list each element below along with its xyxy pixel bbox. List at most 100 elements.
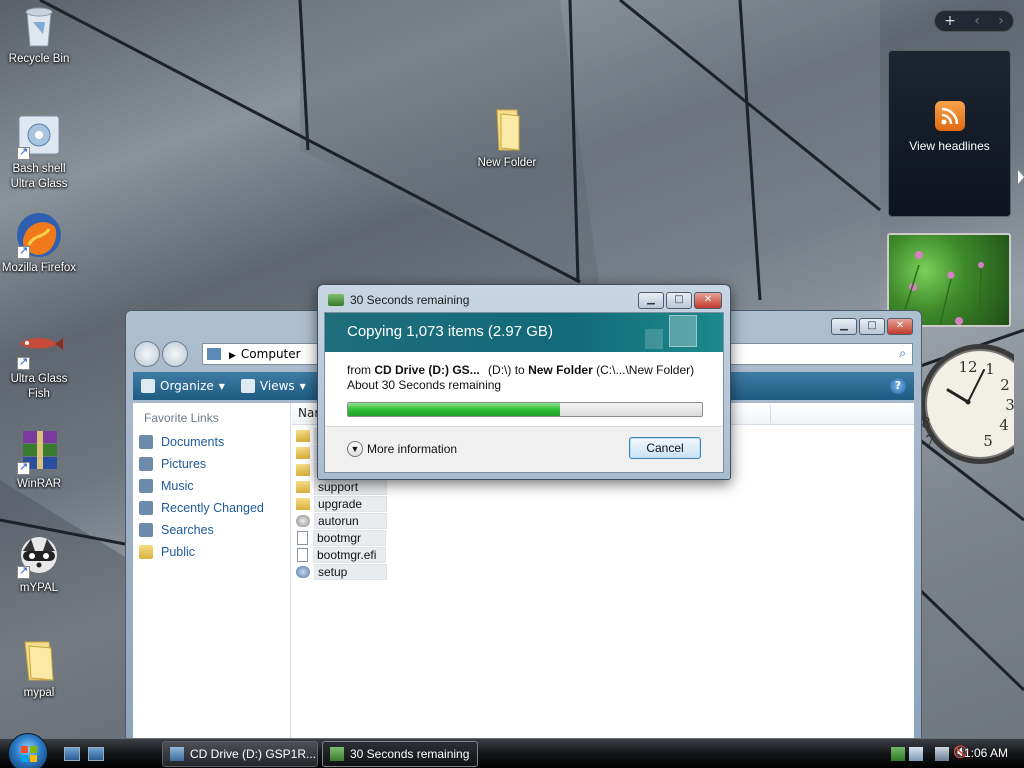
favorite-links-title: Favorite Links bbox=[144, 411, 219, 425]
shortcut-arrow-icon bbox=[17, 244, 30, 259]
forward-button[interactable] bbox=[162, 341, 188, 367]
system-tray: 🔇 1:06 AM bbox=[869, 739, 1024, 768]
list-item[interactable]: upgrade bbox=[296, 495, 387, 512]
winrar-icon bbox=[15, 427, 63, 475]
copy-heading: Copying 1,073 items (2.97 GB) bbox=[347, 323, 553, 340]
dropdown-arrow-icon: ▼ bbox=[218, 381, 225, 391]
from-label: from bbox=[347, 363, 371, 377]
favorite-link-documents[interactable]: Documents bbox=[133, 431, 290, 453]
recycle-bin-icon bbox=[15, 2, 63, 50]
favorite-link-searches[interactable]: Searches bbox=[133, 519, 290, 541]
copy-icon bbox=[330, 747, 344, 761]
rss-feed-icon bbox=[934, 101, 965, 131]
tray-app-icon[interactable] bbox=[909, 747, 923, 761]
minimize-button[interactable]: ▁ bbox=[831, 318, 857, 335]
search-folder-icon bbox=[139, 523, 153, 537]
back-button[interactable] bbox=[134, 341, 160, 367]
copy-progress-bar bbox=[347, 402, 703, 417]
destination-link[interactable]: New Folder bbox=[528, 363, 593, 377]
favorite-link-recently-changed[interactable]: Recently Changed bbox=[133, 497, 290, 519]
file-icon bbox=[297, 530, 308, 545]
list-item[interactable]: autorun bbox=[296, 512, 387, 529]
views-label: Views bbox=[259, 379, 295, 393]
desktop-icon-new-folder[interactable]: New Folder bbox=[469, 106, 545, 171]
organize-button[interactable]: Organize ▼ bbox=[133, 379, 233, 393]
close-button[interactable]: ✕ bbox=[694, 292, 722, 309]
clock-numeral: 8 bbox=[921, 414, 931, 432]
feed-headlines-gadget[interactable]: View headlines bbox=[888, 50, 1011, 217]
close-button[interactable]: ✕ bbox=[887, 318, 913, 335]
desktop-icon-mypal-folder[interactable]: mypal bbox=[1, 636, 77, 701]
desktop-icon-label: Ultra Glass Fish bbox=[10, 373, 68, 400]
explorer-icon bbox=[170, 747, 184, 761]
file-icon bbox=[297, 547, 308, 562]
clock-numeral: 1 bbox=[985, 360, 995, 378]
dialog-titlebar: 30 Seconds remaining bbox=[328, 293, 469, 307]
desktop-icon-ultra-glass-fish[interactable]: Ultra Glass Fish bbox=[1, 322, 77, 402]
source-path: (D:\) bbox=[488, 363, 512, 377]
taskbar-button-copy[interactable]: 30 Seconds remaining bbox=[322, 741, 478, 767]
minimize-button[interactable]: ▁ bbox=[638, 292, 664, 309]
time-remaining-text: About 30 Seconds remaining bbox=[347, 378, 502, 392]
desktop-icon-mypal-app[interactable]: mYPAL bbox=[1, 531, 77, 596]
source-link[interactable]: CD Drive (D:) GS... bbox=[374, 363, 479, 377]
file-name: support bbox=[314, 478, 387, 495]
favorite-link-label: Music bbox=[161, 479, 194, 493]
address-text: Computer bbox=[240, 347, 301, 361]
banner-decoration bbox=[669, 315, 697, 347]
sidebar-controls: + ‹ › bbox=[934, 10, 1014, 32]
desktop-icon-recycle-bin[interactable]: Recycle Bin bbox=[1, 2, 77, 67]
desktop-icon-winrar[interactable]: WinRAR bbox=[1, 427, 77, 492]
taskbar-clock[interactable]: 1:06 AM bbox=[964, 746, 1008, 760]
favorite-link-public[interactable]: Public bbox=[133, 541, 290, 563]
desktop-icon-label: Bash shell Ultra Glass bbox=[10, 163, 68, 190]
desktop-icon-label: New Folder bbox=[477, 157, 537, 169]
clock-numeral: 12 bbox=[958, 358, 977, 376]
start-button[interactable] bbox=[8, 733, 48, 768]
taskbar-button-label: CD Drive (D:) GSP1R... bbox=[190, 747, 317, 761]
dialog-title: 30 Seconds remaining bbox=[350, 293, 470, 307]
desktop-icon-label: Recycle Bin bbox=[8, 53, 70, 65]
clock-numeral: 3 bbox=[1005, 396, 1014, 414]
next-gadget-button[interactable]: › bbox=[998, 13, 1004, 29]
desktop-icon-firefox[interactable]: Mozilla Firefox bbox=[1, 211, 77, 276]
shortcut-arrow-icon bbox=[17, 564, 30, 579]
list-item[interactable]: bootmgr.efi bbox=[296, 546, 387, 563]
desktop-icon-bash-shell[interactable]: Bash shell Ultra Glass bbox=[1, 112, 77, 192]
add-gadget-button[interactable]: + bbox=[944, 13, 956, 29]
tray-app-icon[interactable] bbox=[891, 747, 905, 761]
prev-gadget-button[interactable]: ‹ bbox=[974, 13, 980, 29]
copy-progress-dialog[interactable]: 30 Seconds remaining ▁ □ ✕ Copying 1,073… bbox=[317, 284, 731, 480]
switch-windows-icon[interactable] bbox=[88, 747, 104, 761]
search-input[interactable]: ⌕ bbox=[723, 343, 913, 365]
more-information-toggle[interactable]: ▼ More information bbox=[347, 441, 457, 457]
desktop-icon-label: WinRAR bbox=[16, 478, 62, 490]
list-item[interactable]: setup bbox=[296, 563, 387, 580]
folder-icon bbox=[15, 636, 63, 684]
list-item[interactable]: bootmgr bbox=[296, 529, 387, 546]
show-desktop-icon[interactable] bbox=[64, 747, 80, 761]
maximize-button[interactable]: □ bbox=[666, 292, 692, 309]
favorite-link-music[interactable]: Music bbox=[133, 475, 290, 497]
copy-icon bbox=[328, 294, 344, 306]
views-button[interactable]: Views ▼ bbox=[233, 379, 314, 393]
chevron-down-icon: ▼ bbox=[347, 441, 363, 457]
documents-icon bbox=[139, 435, 153, 449]
cancel-button[interactable]: Cancel bbox=[629, 437, 701, 459]
folder-icon bbox=[296, 429, 310, 442]
help-icon[interactable]: ? bbox=[890, 378, 906, 394]
favorite-link-pictures[interactable]: Pictures bbox=[133, 453, 290, 475]
maximize-button[interactable]: □ bbox=[859, 318, 885, 335]
file-name: setup bbox=[314, 563, 387, 580]
favorite-link-label: Recently Changed bbox=[161, 501, 264, 515]
copy-source-destination: from CD Drive (D:) GS... (D:\) to New Fo… bbox=[347, 363, 694, 377]
column-separator[interactable] bbox=[770, 405, 771, 423]
taskbar-button-cd-drive[interactable]: CD Drive (D:) GSP1R... bbox=[162, 741, 318, 767]
favorite-link-label: Searches bbox=[161, 523, 214, 537]
list-item[interactable]: support bbox=[296, 478, 387, 495]
clock-gadget[interactable]: 12 1 2 3 4 5 7 8 bbox=[920, 342, 1024, 466]
network-icon[interactable] bbox=[935, 747, 949, 761]
clock-numeral: 2 bbox=[1000, 376, 1010, 394]
organize-label: Organize bbox=[160, 379, 214, 393]
pictures-icon bbox=[139, 457, 153, 471]
